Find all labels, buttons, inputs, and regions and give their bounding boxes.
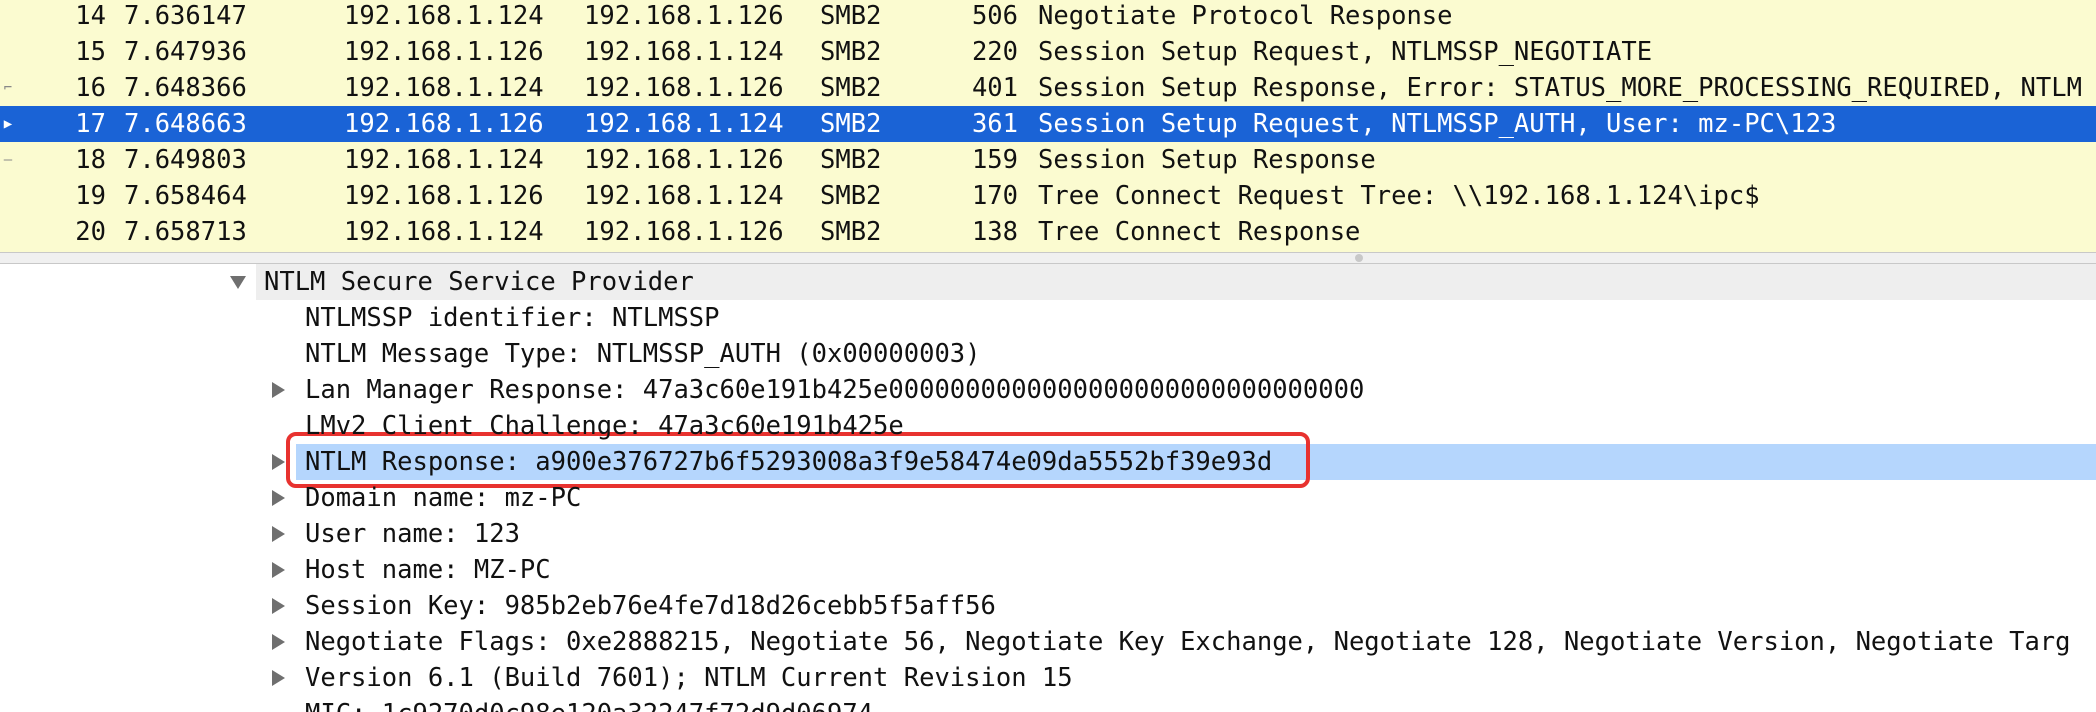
packet-source: 192.168.1.126: [344, 37, 544, 67]
packet-destination: 192.168.1.126: [584, 1, 784, 31]
tree-item-label: Negotiate Flags: 0xe2888215, Negotiate 5…: [305, 627, 2071, 657]
packet-row[interactable]: 14 7.636147 192.168.1.124 192.168.1.126 SMB2…: [0, 0, 2096, 34]
packet-info: Tree Connect Response: [1038, 217, 1361, 247]
packet-source: 192.168.1.124: [344, 145, 544, 175]
collapsed-triangle-icon[interactable]: [272, 454, 285, 470]
packet-destination: 192.168.1.126: [584, 217, 784, 247]
packet-relation-marker: ▶: [3, 116, 13, 132]
expanded-triangle-icon[interactable]: [230, 276, 246, 289]
packet-source: 192.168.1.124: [344, 1, 544, 31]
packet-protocol: SMB2: [820, 109, 882, 139]
packet-info: Session Setup Response: [1038, 145, 1376, 175]
packet-info: Session Setup Request, NTLMSSP_AUTH, Use…: [1038, 109, 1837, 139]
packet-length: 170: [971, 181, 1018, 211]
packet-source: 192.168.1.126: [344, 181, 544, 211]
packet-time: 7.648663: [124, 109, 247, 139]
tree-item-label: Host name: MZ-PC: [305, 555, 551, 585]
tree-item[interactable]: Negotiate Flags: 0xe2888215, Negotiate 5…: [0, 624, 2096, 660]
packet-relation-marker: ⌐: [3, 80, 13, 96]
packet-source: 192.168.1.124: [344, 217, 544, 247]
packet-number: 19: [75, 181, 106, 211]
collapsed-triangle-icon[interactable]: [272, 670, 285, 686]
collapsed-triangle-icon[interactable]: [272, 526, 285, 542]
packet-relation-marker: –: [3, 152, 13, 168]
tree-item-label: MIC: 1c9270d0c98e120a32247f72d9d06974: [305, 696, 873, 712]
packet-number: 16: [75, 73, 106, 103]
tree-item[interactable]: MIC: 1c9270d0c98e120a32247f72d9d06974: [0, 696, 2096, 712]
tree-item-label: Lan Manager Response: 47a3c60e191b425e00…: [305, 375, 1365, 405]
tree-item-label: Version 6.1 (Build 7601); NTLM Current R…: [305, 663, 1073, 693]
packet-source: 192.168.1.124: [344, 73, 544, 103]
packet-number: 18: [75, 145, 106, 175]
tree-item-label: Session Key: 985b2eb76e4fe7d18d26cebb5f5…: [305, 591, 996, 621]
packet-number: 17: [75, 109, 106, 139]
tree-item-label: NTLM Response: a900e376727b6f5293008a3f9…: [305, 447, 1273, 477]
packet-info: Session Setup Response, Error: STATUS_MO…: [1038, 73, 2082, 103]
tree-item-label: Domain name: mz-PC: [305, 483, 582, 513]
packet-details-pane: NTLM Secure Service Provider NTLMSSP iden…: [0, 264, 2096, 712]
tree-item-label: LMv2 Client Challenge: 47a3c60e191b425e: [305, 411, 904, 441]
packet-destination: 192.168.1.126: [584, 73, 784, 103]
tree-node-label: NTLM Secure Service Provider: [264, 267, 694, 297]
packet-protocol: SMB2: [820, 145, 882, 175]
packet-destination: 192.168.1.124: [584, 181, 784, 211]
packet-length: 361: [971, 109, 1018, 139]
packet-number: 20: [75, 217, 106, 247]
splitter-handle[interactable]: [1355, 254, 1363, 262]
packet-protocol: SMB2: [820, 1, 882, 31]
packet-length: 138: [971, 217, 1018, 247]
packet-protocol: SMB2: [820, 181, 882, 211]
packet-length: 506: [971, 1, 1018, 31]
packet-time: 7.648366: [124, 73, 247, 103]
collapsed-triangle-icon[interactable]: [272, 562, 285, 578]
packet-row[interactable]: 20 7.658713 192.168.1.124 192.168.1.126 SMB2…: [0, 214, 2096, 250]
tree-item[interactable]: Host name: MZ-PC: [0, 552, 2096, 588]
packet-time: 7.647936: [124, 37, 247, 67]
packet-row[interactable]: ⌐ 16 7.648366 192.168.1.124 192.168.1.126 SMB…: [0, 70, 2096, 106]
collapsed-triangle-icon[interactable]: [272, 598, 285, 614]
tree-item[interactable]: NTLMSSP identifier: NTLMSSP: [0, 300, 2096, 336]
packet-protocol: SMB2: [820, 37, 882, 67]
packet-row[interactable]: 19 7.658464 192.168.1.126 192.168.1.124 SMB2…: [0, 178, 2096, 214]
collapsed-triangle-icon[interactable]: [272, 490, 285, 506]
packet-list: 14 7.636147 192.168.1.124 192.168.1.126 SMB2…: [0, 0, 2096, 252]
packet-number: 14: [75, 1, 106, 31]
packet-time: 7.649803: [124, 145, 247, 175]
packet-length: 220: [971, 37, 1018, 67]
packet-info: Negotiate Protocol Response: [1038, 1, 1453, 31]
packet-row[interactable]: 15 7.647936 192.168.1.126 192.168.1.124 SMB2…: [0, 34, 2096, 70]
tree-item[interactable]: User name: 123: [0, 516, 2096, 552]
tree-item-label: NTLMSSP identifier: NTLMSSP: [305, 303, 720, 333]
packet-time: 7.658713: [124, 217, 247, 247]
packet-row[interactable]: – 18 7.649803 192.168.1.124 192.168.1.126 SMB…: [0, 142, 2096, 178]
tree-item-ntlm-response[interactable]: NTLM Response: a900e376727b6f5293008a3f9…: [0, 444, 2096, 480]
packet-destination: 192.168.1.124: [584, 37, 784, 67]
collapsed-triangle-icon[interactable]: [272, 634, 285, 650]
tree-item[interactable]: Lan Manager Response: 47a3c60e191b425e00…: [0, 372, 2096, 408]
packet-destination: 192.168.1.126: [584, 145, 784, 175]
packet-length: 159: [971, 145, 1018, 175]
pane-splitter[interactable]: [0, 252, 2096, 264]
packet-length: 401: [971, 73, 1018, 103]
tree-node-ntlm-ssp[interactable]: NTLM Secure Service Provider: [0, 264, 2096, 300]
tree-item[interactable]: Version 6.1 (Build 7601); NTLM Current R…: [0, 660, 2096, 696]
packet-destination: 192.168.1.124: [584, 109, 784, 139]
tree-item-label: User name: 123: [305, 519, 520, 549]
packet-number: 15: [75, 37, 106, 67]
tree-item-label: NTLM Message Type: NTLMSSP_AUTH (0x00000…: [305, 339, 981, 369]
packet-protocol: SMB2: [820, 217, 882, 247]
packet-protocol: SMB2: [820, 73, 882, 103]
tree-item[interactable]: NTLM Message Type: NTLMSSP_AUTH (0x00000…: [0, 336, 2096, 372]
collapsed-triangle-icon[interactable]: [272, 382, 285, 398]
packet-source: 192.168.1.126: [344, 109, 544, 139]
packet-time: 7.636147: [124, 1, 247, 31]
tree-item[interactable]: Session Key: 985b2eb76e4fe7d18d26cebb5f5…: [0, 588, 2096, 624]
packet-row-selected[interactable]: ▶ 17 7.648663 192.168.1.126 192.168.1.124 SMB…: [0, 106, 2096, 142]
packet-info: Tree Connect Request Tree: \\192.168.1.1…: [1038, 181, 1760, 211]
packet-info: Session Setup Request, NTLMSSP_NEGOTIATE: [1038, 37, 1653, 67]
packet-time: 7.658464: [124, 181, 247, 211]
